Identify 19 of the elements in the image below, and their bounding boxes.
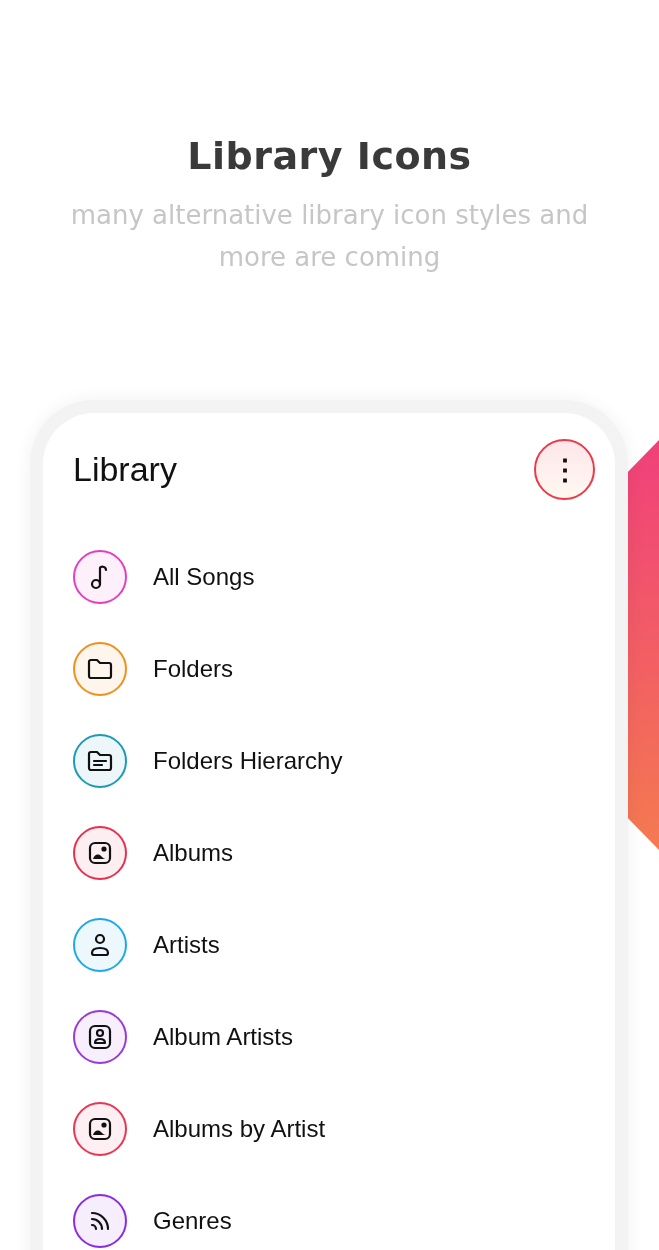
genre-icon (88, 1209, 112, 1233)
person-icon (89, 933, 111, 957)
image-icon (88, 1117, 112, 1141)
library-item[interactable]: Folders (153, 655, 234, 683)
library-item[interactable]: Folders Hierarchy (153, 747, 343, 775)
library-item[interactable]: Artists (153, 931, 220, 959)
library-item[interactable]: Albums by Artist (153, 1115, 326, 1143)
library-item[interactable]: Album Artists (153, 1023, 294, 1051)
folder-icon (87, 750, 113, 772)
person-icon (88, 1024, 112, 1050)
folder-icon (87, 658, 113, 680)
image-icon (88, 841, 112, 865)
library-item[interactable]: All Songs (153, 563, 255, 591)
screen-title: Library (73, 450, 177, 489)
library-item[interactable]: Albums (153, 839, 234, 867)
page-subtitle: many alternative library icon styles and more are coming (69, 199, 590, 274)
page-title: Library Icons (187, 134, 472, 178)
more-button[interactable]: ⋮ (534, 439, 595, 500)
library-item[interactable]: Genres (153, 1207, 232, 1235)
